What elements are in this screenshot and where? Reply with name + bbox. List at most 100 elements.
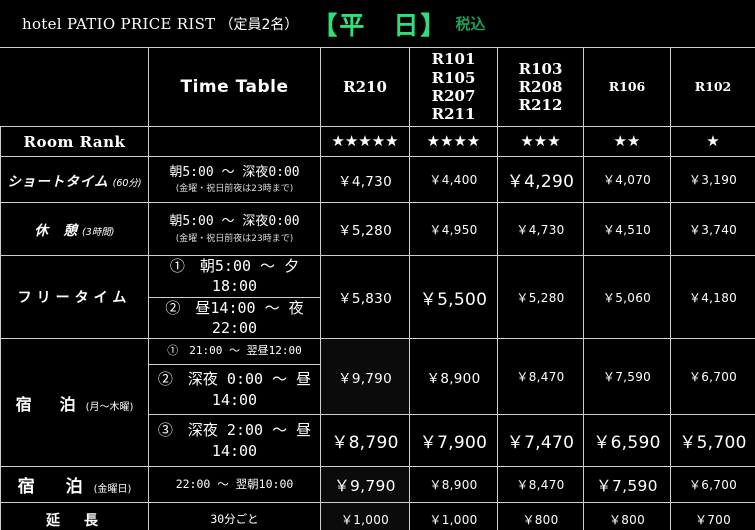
table-row-stay-weekday-1: 宿 泊 (月～木曜) ① 21:00 ～ 翌昼12:00 ￥9,790 ￥8,90… — [0, 338, 755, 467]
price-stay-weekday-12-1: ￥8,900 — [409, 338, 498, 415]
price-short-time-2: ￥4,290 — [497, 156, 584, 203]
price-short-time-0: ￥4,730 — [320, 156, 410, 203]
star-rating-3: ★★ — [583, 126, 671, 157]
price-short-time-3: ￥4,070 — [583, 156, 671, 203]
time-cell-extension: 30分ごと — [148, 502, 321, 530]
room-column-header-1: R101 R105 R207 R211 — [409, 47, 498, 127]
price-stay-weekday-3-1: ￥7,900 — [409, 414, 498, 467]
page-title-bar: hotel PATIO PRICE RIST （定員2名） 【平 日】 税込 — [0, 0, 755, 47]
room-label-3: R106 — [608, 79, 646, 95]
time-cell-stay-weekday-1: ① 21:00 ～ 翌昼12:00 — [148, 338, 321, 365]
room-label-1-1: R105 — [431, 68, 476, 87]
room-label-1-0: R101 — [431, 50, 476, 69]
time-cell-free-time-1: ① 朝5:00 ～ 夕18:00 — [148, 255, 321, 298]
occupancy-note: （定員2名） — [219, 16, 299, 33]
table-row-stay-friday: 宿 泊 (金曜日) 22:00 ～ 翌朝10:00 ￥9,790 ￥8,900 ￥… — [0, 466, 755, 503]
price-free-time-0: ￥5,830 — [320, 255, 410, 339]
row-label-main: ショートタイム — [7, 173, 109, 190]
row-label-main: 延 長 — [46, 512, 103, 529]
star-rating-4: ★ — [670, 126, 755, 157]
table-row-rest: 休 憩 (3時間) 朝5:00 ～ 深夜0:00 (金曜・祝日前夜は23時まで) … — [0, 202, 755, 256]
price-extension-1: ￥1,000 — [409, 502, 498, 530]
row-label-free-time: フリータイム — [0, 255, 149, 339]
price-stay-weekday-12-3: ￥7,590 — [583, 338, 671, 415]
price-stay-friday-4: ￥6,700 — [670, 466, 755, 503]
price-short-time-4: ￥3,190 — [670, 156, 755, 203]
price-free-time-2: ￥5,280 — [497, 255, 584, 339]
room-rank-spacer — [148, 126, 321, 157]
row-label-extension: 延 長 — [0, 502, 149, 530]
time-range: 朝5:00 ～ 深夜0:00 — [169, 214, 300, 230]
room-label-1-3: R211 — [431, 105, 476, 124]
price-rest-0: ￥5,280 — [320, 202, 410, 256]
room-label-1-2: R207 — [431, 87, 476, 105]
row-label-short-time: ショートタイム (60分) — [0, 156, 149, 203]
row-label-main: 宿 泊 — [17, 477, 90, 497]
price-stay-weekday-3-3: ￥6,590 — [583, 414, 671, 467]
row-label-stay-weekday: 宿 泊 (月～木曜) — [0, 338, 149, 467]
price-extension-0: ￥1,000 — [320, 502, 410, 530]
price-rest-3: ￥4,510 — [583, 202, 671, 256]
time-table-header: Time Table — [148, 47, 321, 127]
table-row-extension: 延 長 30分ごと ￥1,000 ￥1,000 ￥800 ￥800 ￥700 — [0, 502, 755, 530]
row-label-rest: 休 憩 (3時間) — [0, 202, 149, 256]
star-rating-2: ★★★ — [497, 126, 584, 157]
table-row-free-time-1: フリータイム ① 朝5:00 ～ 夕18:00 ￥5,830 ￥5,500 ￥5… — [0, 255, 755, 339]
price-extension-3: ￥800 — [583, 502, 671, 530]
room-column-header-2: R103 R208 R212 — [497, 47, 584, 127]
time-cell-rest: 朝5:00 ～ 深夜0:00 (金曜・祝日前夜は23時まで) — [148, 202, 321, 256]
room-label-4: R102 — [694, 79, 732, 95]
row-label-sub: (金曜日) — [93, 484, 132, 495]
room-column-header-3: R106 — [583, 47, 671, 127]
room-label-0: R210 — [343, 77, 387, 96]
header-corner-blank — [0, 47, 149, 127]
price-rest-2: ￥4,730 — [497, 202, 584, 256]
time-note: (金曜・祝日前夜は23時まで) — [175, 184, 294, 195]
time-cell-short-time: 朝5:00 ～ 深夜0:00 (金曜・祝日前夜は23時まで) — [148, 156, 321, 203]
price-stay-weekday-12-0: ￥9,790 — [320, 338, 410, 415]
room-label-2-2: R212 — [518, 96, 563, 115]
row-label-main: フリータイム — [17, 290, 132, 306]
price-rest-4: ￥3,740 — [670, 202, 755, 256]
price-stay-weekday-3-4: ￥5,700 — [670, 414, 755, 467]
time-cell-stay-weekday-3: ③ 深夜 2:00 ～ 昼14:00 — [148, 414, 321, 467]
price-table: Time Table R210 R101 R105 R207 R211 R103… — [0, 47, 755, 530]
row-label-stay-friday: 宿 泊 (金曜日) — [0, 466, 149, 503]
weekday-badge: 【平 日】 — [312, 10, 448, 40]
price-stay-friday-0: ￥9,790 — [320, 466, 410, 503]
price-stay-weekday-12-2: ￥8,470 — [497, 338, 584, 415]
price-free-time-3: ￥5,060 — [583, 255, 671, 339]
row-label-main: 宿 泊 — [15, 394, 82, 414]
price-stay-weekday-3-2: ￥7,470 — [497, 414, 584, 467]
row-label-sub: (60分) — [112, 177, 142, 189]
room-label-2-0: R103 — [518, 59, 563, 78]
star-rating-1: ★★★★ — [409, 126, 498, 157]
room-column-header-4: R102 — [670, 47, 755, 127]
time-cell-stay-weekday-2: ② 深夜 0:00 ～ 昼14:00 — [148, 364, 321, 415]
room-label-2-1: R208 — [518, 77, 563, 96]
table-row-short-time: ショートタイム (60分) 朝5:00 ～ 深夜0:00 (金曜・祝日前夜は23時… — [0, 156, 755, 203]
price-rest-1: ￥4,950 — [409, 202, 498, 256]
price-extension-4: ￥700 — [670, 502, 755, 530]
time-note: (金曜・祝日前夜は23時まで) — [175, 233, 294, 244]
tax-included-note: 税込 — [455, 15, 486, 33]
room-rank-row: Room Rank ★★★★★ ★★★★ ★★★ ★★ ★ — [0, 126, 755, 157]
price-stay-weekday-12-4: ￥6,700 — [670, 338, 755, 415]
row-label-sub: (3時間) — [82, 227, 115, 238]
price-stay-weekday-3-0: ￥8,790 — [320, 414, 410, 467]
row-label-main: 休 憩 — [34, 223, 79, 239]
room-column-header-0: R210 — [320, 47, 410, 127]
price-stay-friday-3: ￥7,590 — [583, 466, 671, 503]
price-free-time-1: ￥5,500 — [409, 255, 498, 339]
row-label-sub: (月～木曜) — [85, 401, 134, 413]
brand-title: hotel PATIO PRICE RIST — [22, 14, 216, 33]
time-cell-stay-friday: 22:00 ～ 翌朝10:00 — [148, 466, 321, 503]
price-extension-2: ￥800 — [497, 502, 584, 530]
time-cell-free-time-2: ② 昼14:00 ～ 夜22:00 — [148, 296, 321, 339]
price-free-time-4: ￥4,180 — [670, 255, 755, 339]
price-short-time-1: ￥4,400 — [409, 156, 498, 203]
price-stay-friday-2: ￥8,470 — [497, 466, 584, 503]
price-list-page: hotel PATIO PRICE RIST （定員2名） 【平 日】 税込 T… — [0, 0, 755, 530]
price-stay-friday-1: ￥8,900 — [409, 466, 498, 503]
time-range: 朝5:00 ～ 深夜0:00 — [169, 164, 300, 180]
